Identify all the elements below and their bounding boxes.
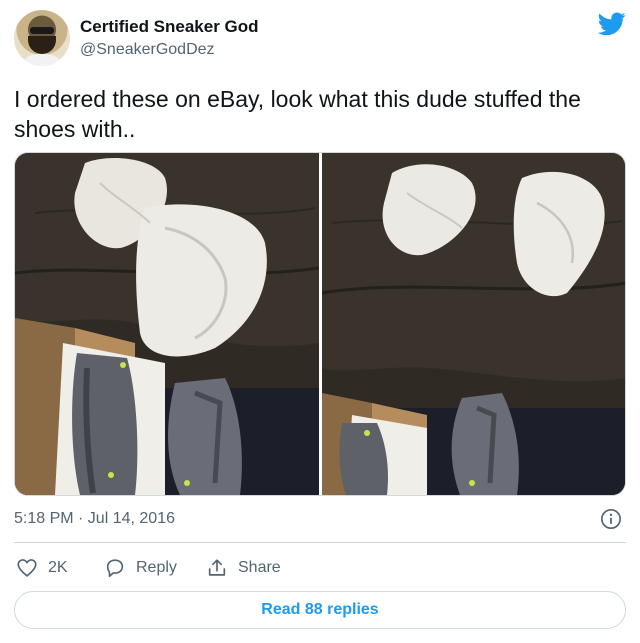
tweet-card: Certified Sneaker God @SneakerGodDez I o… <box>0 0 640 643</box>
photo-right[interactable] <box>322 153 625 495</box>
heart-icon <box>17 559 37 577</box>
author-name[interactable]: Certified Sneaker God <box>80 17 259 37</box>
twitter-bird-icon[interactable] <box>598 12 626 36</box>
like-action[interactable]: 2K <box>16 556 68 580</box>
share-icon <box>208 559 226 576</box>
divider <box>14 542 626 543</box>
reply-icon <box>106 559 124 578</box>
read-replies-button[interactable]: Read 88 replies <box>14 591 626 629</box>
photo-left[interactable] <box>15 153 319 495</box>
info-icon[interactable] <box>600 508 622 530</box>
share-action[interactable]: Share <box>206 556 281 580</box>
reply-action[interactable]: Reply <box>104 556 177 580</box>
author-handle[interactable]: @SneakerGodDez <box>80 41 215 59</box>
tweet-timestamp[interactable]: 5:18 PM · Jul 14, 2016 <box>14 510 175 528</box>
avatar[interactable] <box>14 10 70 66</box>
like-count: 2K <box>48 559 68 576</box>
tweet-text: I ordered these on eBay, look what this … <box>14 86 581 142</box>
media-grid[interactable] <box>14 152 626 496</box>
reply-label: Reply <box>136 559 177 576</box>
share-label: Share <box>238 559 281 576</box>
